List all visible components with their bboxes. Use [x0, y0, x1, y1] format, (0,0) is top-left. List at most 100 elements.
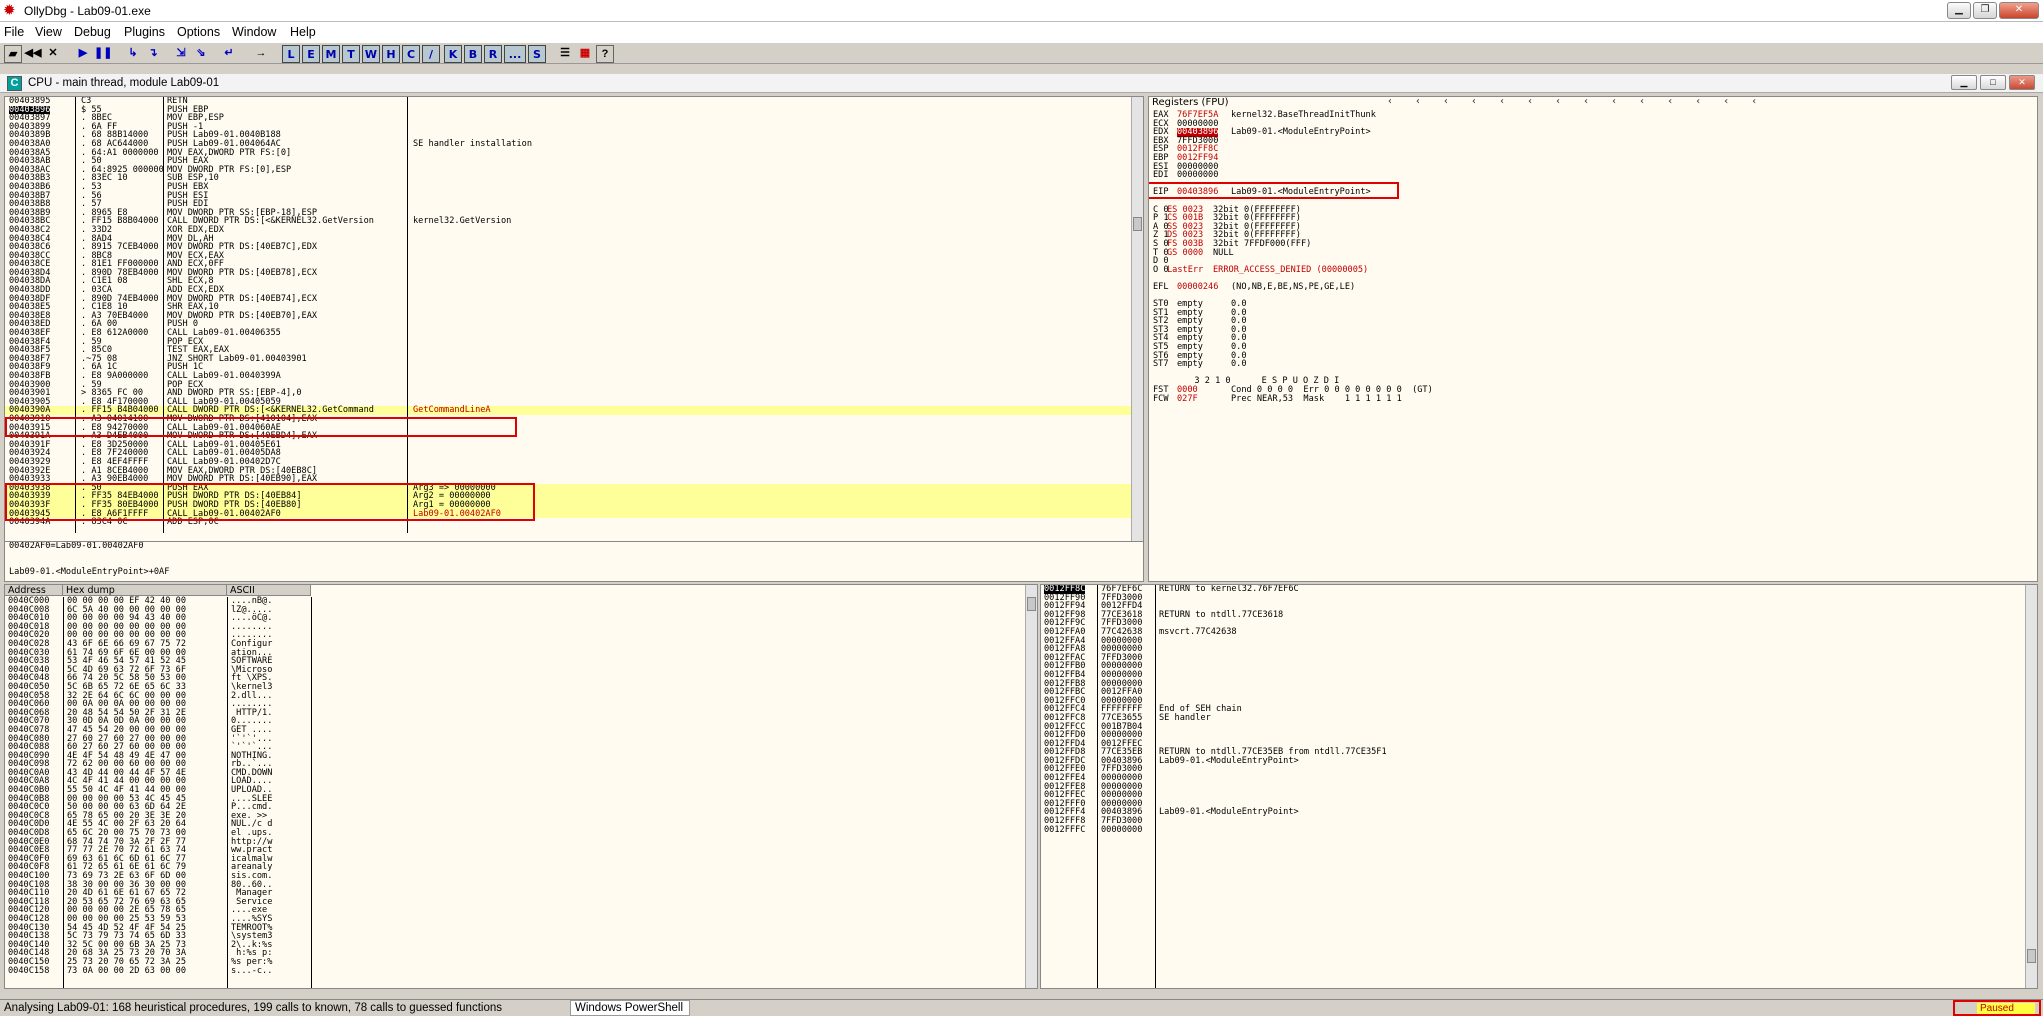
minimize-button[interactable]: ▁ — [1947, 2, 1971, 19]
menu-help[interactable]: Help — [290, 25, 316, 39]
registers-header: Registers (FPU) — [1152, 97, 1229, 108]
registers-pane[interactable]: Registers (FPU) ‹‹‹‹‹‹‹‹‹‹‹‹‹‹ EAX 76F7EF… — [1148, 96, 2038, 582]
run-icon[interactable]: ▶ — [74, 45, 92, 63]
disassembly-scrollbar[interactable] — [1131, 97, 1143, 541]
run-trace-button[interactable]: ... — [504, 45, 526, 63]
windows-button[interactable]: W — [362, 45, 380, 63]
register-name: ST7 — [1153, 359, 1169, 370]
close-program-icon[interactable]: ✕ — [44, 45, 62, 63]
menu-plugins[interactable]: Plugins — [124, 25, 165, 39]
register-comment: Lab09-01.<ModuleEntryPoint> — [1231, 127, 1371, 138]
ollydbg-bug-icon: ✹ — [3, 2, 16, 19]
stack-comment: RETURN to ntdll.77CE3618 — [1159, 609, 1284, 620]
menu-file[interactable]: File — [4, 25, 24, 39]
disassembly-rows: 00403895 C3 RETN 00403896 $ 55 PUSH EBP 004038… — [5, 97, 1133, 527]
stack-comment: SE handler — [1159, 712, 1211, 723]
goto-icon[interactable]: → — [252, 45, 270, 63]
hex-dump-pane[interactable]: Address Hex dump ASCII 0040C000 00 00 00 … — [4, 584, 1038, 989]
dump-header-ascii[interactable]: ASCII — [227, 585, 311, 596]
dump-header-hex[interactable]: Hex dump — [63, 585, 227, 596]
cpu-minimize-button[interactable]: ▁ — [1951, 75, 1977, 90]
source-button[interactable]: S — [528, 45, 546, 63]
disasm-comment: GetCommandLineA — [413, 405, 491, 416]
register-name: FCW — [1153, 393, 1169, 404]
menu-debug[interactable]: Debug — [74, 25, 111, 39]
cpu-maximize-button[interactable]: □ — [1980, 75, 2006, 90]
stack-comment: RETURN to kernel32.76F7EF6C — [1159, 584, 1299, 594]
cpu-button[interactable]: C — [402, 45, 420, 63]
register-name: EFL — [1153, 281, 1169, 292]
ollydbg-window: { "title":"OllyDbg - Lab09-01.exe", "men… — [0, 0, 2043, 1016]
step-over-icon[interactable]: ↴ — [144, 45, 162, 63]
trace-over-icon[interactable]: ⇘ — [192, 45, 210, 63]
paused-highlight: Paused — [1953, 1000, 2041, 1016]
register-value[interactable]: 027F — [1177, 394, 1198, 404]
dump-header-address[interactable]: Address — [5, 585, 63, 596]
title-bar: ✹ OllyDbg - Lab09-01.exe ▁ ❐ ✕ — [0, 0, 2043, 22]
handles-button[interactable]: H — [382, 45, 400, 63]
cpu-window-icon: C — [7, 76, 22, 91]
info-line: 00402AF0=Lab09-01.00402AF0 — [9, 542, 144, 551]
stack-value: 00000000 — [1101, 824, 1143, 835]
register-value[interactable]: 00000246 — [1177, 283, 1218, 292]
register-value[interactable]: LastErr — [1167, 266, 1203, 275]
executable-modules-button[interactable]: E — [302, 45, 320, 63]
info-pane: 00402AF0=Lab09-01.00402AF0 Lab09-01.<Mod… — [4, 542, 1144, 582]
register-value[interactable]: GS 0000 — [1167, 248, 1203, 258]
threads-button[interactable]: T — [342, 45, 360, 63]
stack-comment: msvcrt.77C42638 — [1159, 626, 1237, 637]
references-button[interactable]: R — [484, 45, 502, 63]
disasm-comment: kernel32.GetVersion — [413, 216, 512, 227]
open-icon[interactable]: ▰ — [4, 45, 22, 63]
stack-address: 0012FFFC — [1044, 824, 1086, 835]
register-comment: kernel32.BaseThreadInitThunk — [1231, 110, 1376, 120]
log-window-button[interactable]: L — [282, 45, 300, 63]
restart-icon[interactable]: ◀◀ — [24, 45, 42, 63]
execute-till-return-icon[interactable]: ↵ — [220, 45, 238, 63]
breakpoints-button[interactable]: B — [464, 45, 482, 63]
close-button[interactable]: ✕ — [1999, 2, 2039, 19]
stack-comment: Lab09-01.<ModuleEntryPoint> — [1159, 755, 1299, 766]
menu-options[interactable]: Options — [177, 25, 220, 39]
appearance-icon[interactable]: ▦ — [576, 45, 594, 63]
menu-view[interactable]: View — [35, 25, 62, 39]
disassembly-pane[interactable]: 00403895 C3 RETN 00403896 $ 55 PUSH EBP 004038… — [4, 96, 1144, 542]
dump-hex: 73 0A 00 00 2D 63 00 00 — [67, 965, 186, 976]
register-comment: (NO,NB,E,BE,NS,PE,GE,LE) — [1231, 281, 1356, 292]
register-value[interactable]: empty — [1177, 360, 1203, 369]
menu-window[interactable]: Window — [232, 25, 276, 39]
cpu-window-titlebar: C CPU - main thread, module Lab09-01 ▁ □… — [0, 74, 2043, 93]
pause-icon[interactable]: ❚❚ — [94, 45, 112, 63]
paused-status: Paused — [1977, 1003, 2035, 1014]
call-stack-button[interactable]: K — [444, 45, 462, 63]
main-call-highlight — [5, 483, 535, 521]
disasm-comment: SE handler installation — [413, 138, 532, 149]
dump-scrollbar[interactable] — [1025, 585, 1037, 988]
restore-button[interactable]: ❐ — [1973, 2, 1997, 19]
register-name: EDI — [1153, 170, 1169, 181]
stack-scrollbar[interactable] — [2025, 585, 2037, 988]
register-value[interactable]: 00000000 — [1177, 171, 1218, 180]
eip-highlight — [1149, 182, 1399, 199]
register-comment: NULL — [1213, 247, 1234, 258]
info-line: Lab09-01.<ModuleEntryPoint>+0AF — [9, 567, 170, 577]
help-icon[interactable]: ? — [596, 45, 614, 63]
stack-pane[interactable]: 0012FF8C 76F7EF6C RETURN to kernel32.76F7E… — [1040, 584, 2038, 989]
patches-button[interactable]: / — [422, 45, 440, 63]
dump-address: 0040C158 — [8, 965, 50, 976]
register-scroll-arrows[interactable]: ‹‹‹‹‹‹‹‹‹‹‹‹‹‹ — [1387, 97, 1779, 107]
status-bar: Analysing Lab09-01: 168 heuristical proc… — [0, 999, 2043, 1016]
status-text: Analysing Lab09-01: 168 heuristical proc… — [4, 1002, 502, 1014]
toolbar: ▰ ◀◀ ✕ ▶ ❚❚ ↳ ↴ ⇲ ⇘ ↵ → L E M T W H C / … — [0, 43, 2043, 64]
menu-bar: File View Debug Plugins Options Window H… — [0, 22, 2043, 43]
step-into-icon[interactable]: ↳ — [124, 45, 142, 63]
taskbar-powershell[interactable]: Windows PowerShell — [570, 1000, 690, 1016]
trace-into-icon[interactable]: ⇲ — [172, 45, 190, 63]
register-comment: 0.0 — [1231, 359, 1247, 370]
window-title: OllyDbg - Lab09-01.exe — [24, 4, 151, 18]
memory-map-button[interactable]: M — [322, 45, 340, 63]
dump-ascii: s...-c.. — [231, 965, 273, 976]
cpu-close-button[interactable]: ✕ — [2009, 75, 2035, 90]
register-comment: ERROR_ACCESS_DENIED (00000005) — [1213, 264, 1369, 275]
list-icon[interactable]: ☰ — [556, 45, 574, 63]
